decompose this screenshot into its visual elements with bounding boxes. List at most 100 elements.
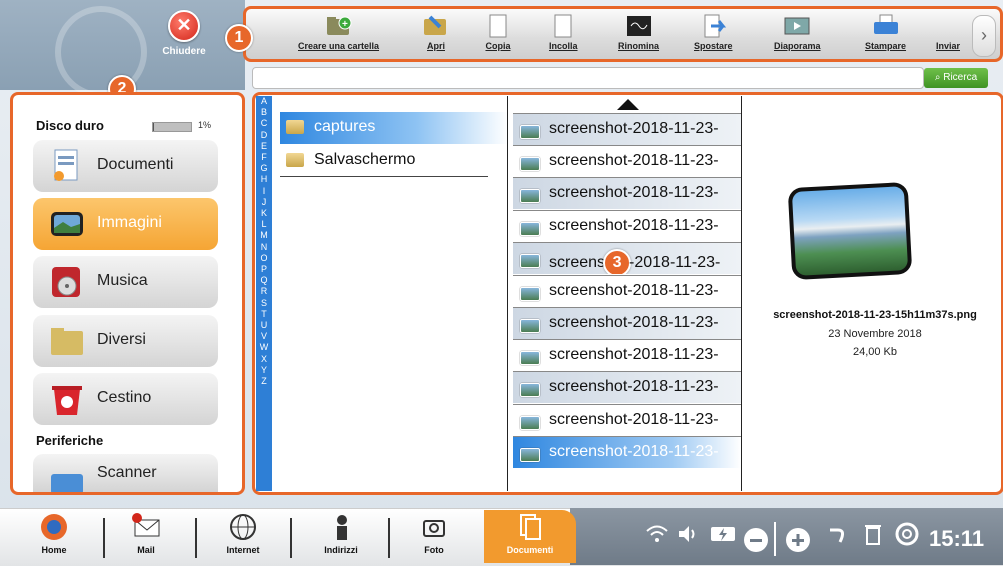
folder-icon [49,323,85,359]
wifi-icon[interactable] [645,522,669,552]
alpha-letter[interactable]: D [256,130,272,141]
preview-date: 23 Novembre 2018 [747,328,1003,340]
alpha-letter[interactable]: M [256,230,272,241]
file-item[interactable]: screenshot-2018-11-23- [513,145,741,177]
contacts-icon [326,512,356,542]
category-label: Immagini [97,214,162,232]
copy-button[interactable]: Copia [484,13,512,51]
open-folder-icon [422,13,450,39]
alpha-letter[interactable]: B [256,107,272,118]
divider [280,176,488,177]
image-file-icon [520,125,540,139]
search-input[interactable] [252,67,924,89]
send-icon [934,13,962,39]
alpha-letter[interactable]: K [256,208,272,219]
alpha-letter[interactable]: F [256,152,272,163]
alpha-letter[interactable]: G [256,163,272,174]
folder-item[interactable]: captures [280,112,508,144]
alpha-letter[interactable]: L [256,219,272,230]
taskbar-label: Indirizzi [324,545,358,555]
image-preview[interactable] [788,182,913,280]
category-documenti[interactable]: Documenti [33,140,218,192]
file-label: screenshot-2018-11-23- [549,346,719,364]
toolbar-next-button[interactable]: › [972,15,996,57]
alpha-letter[interactable]: H [256,174,272,185]
alpha-letter[interactable]: O [256,253,272,264]
taskbar-mail[interactable]: Mail [114,510,178,555]
alpha-letter[interactable]: X [256,354,272,365]
alpha-letter[interactable]: W [256,342,272,353]
volume-icon[interactable] [677,522,703,552]
search-button[interactable]: ⌕ Ricerca [924,68,988,88]
copy-label: Copia [485,41,510,51]
category-cestino[interactable]: Cestino [33,373,218,425]
scroll-up-arrow-icon[interactable] [617,99,639,110]
category-musica[interactable]: Musica [33,256,218,308]
alpha-letter[interactable]: J [256,197,272,208]
category-label: Diversi [97,331,146,349]
send-button[interactable]: Inviar [934,13,962,51]
home-icon [39,512,69,542]
close-label: Chiudere [158,46,210,57]
folder-item[interactable]: Salvaschermo [280,145,508,177]
category-diversi[interactable]: Diversi [33,315,218,367]
alpha-letter[interactable]: T [256,309,272,320]
alpha-letter[interactable]: C [256,118,272,129]
open-button[interactable]: Apri [422,13,450,51]
taskbar-foto[interactable]: Foto [402,510,466,555]
preview-thumbnail [792,186,908,276]
help-lifebuoy-icon[interactable] [895,522,919,552]
file-item[interactable]: screenshot-2018-11-23- [513,339,741,371]
zoom-out-icon[interactable] [744,528,768,552]
alpha-letter[interactable]: N [256,242,272,253]
taskbar-indirizzi[interactable]: Indirizzi [309,510,373,555]
alpha-letter[interactable]: I [256,186,272,197]
taskbar-documenti[interactable]: Documenti [484,510,576,563]
slideshow-button[interactable]: Diaporama [774,13,821,51]
alpha-letter[interactable]: S [256,298,272,309]
alpha-letter[interactable]: Y [256,365,272,376]
close-button[interactable]: ✕ Chiudere [158,10,210,62]
file-item[interactable]: screenshot-2018-11-23- [513,371,741,403]
preview-filename: screenshot-2018-11-23-15h11m37s.png [747,309,1003,321]
file-item[interactable]: screenshot-2018-11-23- [513,307,741,339]
alpha-letter[interactable]: Q [256,275,272,286]
move-button[interactable]: Spostare [694,13,733,51]
peripheral-scanner[interactable]: Scanner [33,454,218,492]
trash-icon[interactable] [862,522,884,552]
alphabet-index[interactable]: ABCDEFGHIJKLMNOPQRSTUVWXYZ [256,96,272,491]
alpha-letter[interactable]: A [256,96,272,107]
toolbar: + Creare una cartella Apri Copia Incolla… [243,6,1003,62]
undo-icon[interactable] [826,522,848,552]
file-item[interactable]: screenshot-2018-11-23- [513,113,741,145]
taskbar-separator [195,518,197,558]
alpha-letter[interactable]: R [256,286,272,297]
alpha-letter[interactable]: V [256,331,272,342]
alpha-letter[interactable]: U [256,320,272,331]
rename-label: Rinomina [618,41,659,51]
image-file-icon [520,383,540,397]
category-immagini[interactable]: Immagini [33,198,218,250]
open-label: Apri [427,41,445,51]
file-item[interactable]: screenshot-2018-11-23- [513,404,741,436]
alpha-letter[interactable]: P [256,264,272,275]
print-button[interactable]: Stampare [865,13,906,51]
file-item[interactable]: screenshot-2018-11-23- [513,210,741,242]
rename-button[interactable]: Rinomina [618,13,659,51]
taskbar-home[interactable]: Home [22,510,86,555]
zoom-in-icon[interactable] [786,528,810,552]
taskbar-internet[interactable]: Internet [211,510,275,555]
create-folder-button[interactable]: + Creare una cartella [298,13,379,51]
taskbar-label: Home [41,545,66,555]
file-item[interactable]: screenshot-2018-11-23- [513,177,741,209]
paste-button[interactable]: Incolla [549,13,578,51]
slideshow-icon [783,13,811,39]
slideshow-label: Diaporama [774,41,821,51]
peripheral-label: Scanner [97,464,157,482]
alpha-letter[interactable]: E [256,141,272,152]
alpha-letter[interactable]: Z [256,376,272,387]
file-item-selected[interactable]: screenshot-2018-11-23- [513,436,741,468]
file-item[interactable]: screens3-2018-11-23- [513,242,741,274]
file-label: screenshot-2018-11-23- [549,217,719,235]
file-item[interactable]: screenshot-2018-11-23- [513,275,741,307]
